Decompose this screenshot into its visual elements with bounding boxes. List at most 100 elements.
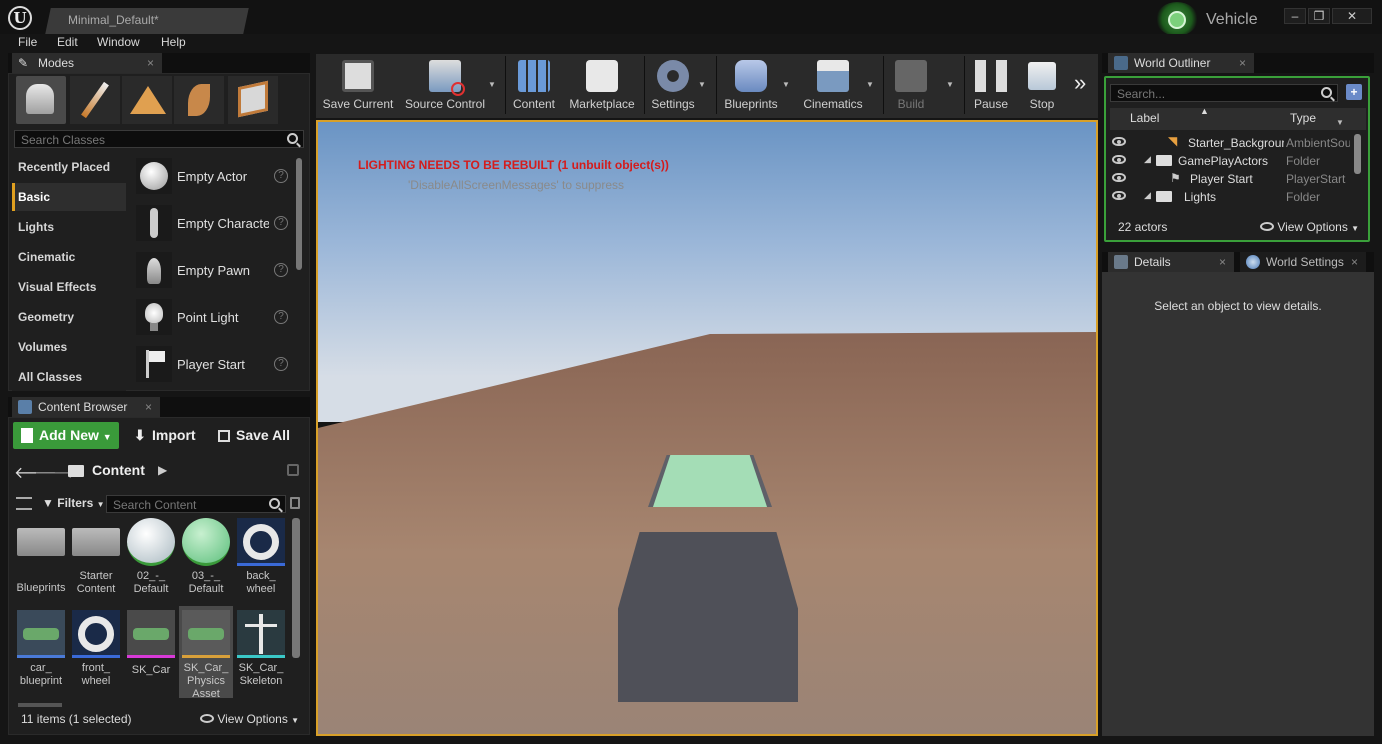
unreal-logo-icon[interactable]: U: [8, 6, 32, 30]
forward-arrow-icon[interactable]: 🡒: [34, 462, 77, 482]
menu-edit[interactable]: Edit: [57, 35, 78, 49]
asset-tile[interactable]: SK_Car: [125, 610, 177, 677]
mode-foliage[interactable]: [174, 76, 224, 124]
toolbar-settings[interactable]: Settings: [647, 56, 699, 116]
chevron-down-icon[interactable]: ▼: [782, 80, 790, 89]
content-scrollbar[interactable]: [292, 518, 300, 658]
toolbar-stop[interactable]: Stop: [1020, 56, 1064, 116]
tab-world-settings[interactable]: World Settings ×: [1240, 252, 1366, 272]
toolbar-save-current[interactable]: Save Current: [318, 56, 398, 116]
category-basic[interactable]: Basic: [12, 183, 126, 211]
close-icon[interactable]: ×: [1219, 252, 1226, 272]
asset-tile[interactable]: back_ wheel: [235, 518, 287, 596]
asset-tile[interactable]: Starter Content: [70, 518, 122, 596]
asset-tile[interactable]: car_ blueprint: [15, 610, 67, 688]
toolbar-source-control[interactable]: Source Control: [400, 56, 490, 116]
close-window-button[interactable]: ✕: [1332, 8, 1372, 24]
add-folder-button[interactable]: +: [1346, 84, 1362, 100]
help-icon[interactable]: ?: [274, 216, 288, 230]
content-hscrollbar[interactable]: [18, 703, 62, 707]
chevron-down-icon[interactable]: ▼: [866, 80, 874, 89]
toolbar-blueprints[interactable]: Blueprints: [720, 56, 782, 116]
asset-tile[interactable]: Blueprints: [15, 518, 67, 595]
path-breadcrumb-content[interactable]: Content: [92, 462, 145, 478]
import-button[interactable]: ⬇ Import: [132, 422, 202, 449]
outliner-row[interactable]: ◢ GamePlayActors Folder: [1110, 152, 1356, 170]
place-item-player-start[interactable]: Player Start ?: [134, 344, 294, 388]
help-icon[interactable]: ?: [274, 263, 288, 277]
toolbar-marketplace[interactable]: Marketplace: [565, 56, 639, 116]
save-search-icon[interactable]: [290, 497, 300, 509]
menu-file[interactable]: File: [18, 35, 37, 49]
mode-paint[interactable]: [70, 76, 120, 124]
close-icon[interactable]: ×: [145, 397, 152, 417]
outliner-row[interactable]: ⚑ Player Start PlayerStart: [1110, 170, 1356, 188]
asset-tile[interactable]: front_ wheel: [70, 610, 122, 688]
place-item-empty-actor[interactable]: Empty Actor ?: [134, 156, 294, 200]
menu-help[interactable]: Help: [161, 35, 186, 49]
place-item-empty-character[interactable]: Empty Characte ?: [134, 203, 294, 247]
search-classes-input[interactable]: Search Classes: [14, 130, 304, 148]
close-icon[interactable]: ×: [1351, 252, 1358, 272]
column-dropdown-icon[interactable]: ▼: [1336, 118, 1344, 127]
content-view-options-button[interactable]: View Options ▼: [200, 712, 299, 726]
outliner-search-input[interactable]: Search...: [1110, 84, 1338, 102]
outliner-view-options-button[interactable]: View Options ▼: [1260, 220, 1359, 234]
path-chevron-icon[interactable]: ▶: [158, 463, 167, 477]
modes-scrollbar[interactable]: [296, 158, 302, 270]
visibility-eye-icon[interactable]: [1112, 155, 1126, 164]
expand-arrow-icon[interactable]: ◢: [1144, 154, 1151, 165]
tab-world-outliner[interactable]: World Outliner ×: [1108, 53, 1254, 73]
toolbar-cinematics[interactable]: Cinematics: [800, 56, 866, 116]
expand-arrow-icon[interactable]: ◢: [1144, 190, 1151, 201]
category-volumes[interactable]: Volumes: [12, 333, 126, 361]
back-arrow-icon[interactable]: 🡐: [14, 462, 57, 482]
help-icon[interactable]: ?: [274, 357, 288, 371]
tab-modes[interactable]: ✎ Modes ×: [12, 53, 162, 73]
minimize-button[interactable]: –: [1284, 8, 1306, 24]
level-viewport[interactable]: LIGHTING NEEDS TO BE REBUILT (1 unbuilt …: [316, 120, 1098, 736]
category-lights[interactable]: Lights: [12, 213, 126, 241]
category-cinematic[interactable]: Cinematic: [12, 243, 126, 271]
help-icon[interactable]: ?: [274, 310, 288, 324]
visibility-eye-icon[interactable]: [1112, 137, 1126, 146]
close-icon[interactable]: ×: [147, 53, 154, 73]
place-item-empty-pawn[interactable]: Empty Pawn ?: [134, 250, 294, 294]
search-content-input[interactable]: Search Content: [106, 495, 286, 513]
toolbar-build[interactable]: Build: [888, 56, 934, 116]
menu-window[interactable]: Window: [97, 35, 140, 49]
tab-details[interactable]: Details ×: [1108, 252, 1234, 272]
toolbar-pause[interactable]: Pause: [968, 56, 1014, 116]
asset-tile[interactable]: 02_-_ Default: [125, 518, 177, 596]
add-new-button[interactable]: Add New ▼: [13, 422, 119, 449]
chevron-down-icon[interactable]: ▼: [698, 80, 706, 89]
save-all-button[interactable]: Save All: [216, 422, 298, 449]
category-all-classes[interactable]: All Classes: [12, 363, 126, 391]
outliner-col-label[interactable]: Label: [1130, 111, 1159, 125]
visibility-eye-icon[interactable]: [1112, 191, 1126, 200]
place-item-point-light[interactable]: Point Light ?: [134, 297, 294, 341]
mode-geometry-edit[interactable]: [228, 76, 278, 124]
toolbar-content[interactable]: Content: [509, 56, 559, 116]
outliner-scrollbar[interactable]: [1354, 134, 1361, 174]
outliner-col-type[interactable]: Type: [1290, 111, 1316, 125]
toolbar-overflow-icon[interactable]: »: [1074, 70, 1086, 96]
category-recently-placed[interactable]: Recently Placed: [12, 153, 126, 181]
category-visual-effects[interactable]: Visual Effects: [12, 273, 126, 301]
help-icon[interactable]: ?: [274, 169, 288, 183]
filters-button[interactable]: ▼ Filters ▼: [42, 496, 105, 510]
restore-button[interactable]: ❐: [1308, 8, 1330, 24]
asset-tile[interactable]: 03_-_ Default: [180, 518, 232, 596]
tab-content-browser[interactable]: Content Browser ×: [12, 397, 160, 417]
mode-place[interactable]: [16, 76, 66, 124]
sources-panel-icon[interactable]: [16, 497, 32, 510]
category-geometry[interactable]: Geometry: [12, 303, 126, 331]
close-icon[interactable]: ×: [1239, 53, 1246, 73]
lock-icon[interactable]: [287, 464, 299, 476]
visibility-eye-icon[interactable]: [1112, 173, 1126, 182]
outliner-row[interactable]: ◥ Starter_Backgrour AmbientSou: [1110, 134, 1356, 152]
asset-tile-selected[interactable]: SK_Car_ Physics Asset: [179, 606, 233, 700]
chevron-down-icon[interactable]: ▼: [946, 80, 954, 89]
mode-landscape[interactable]: [122, 76, 172, 124]
asset-tile[interactable]: SK_Car_ Skeleton: [235, 610, 287, 688]
